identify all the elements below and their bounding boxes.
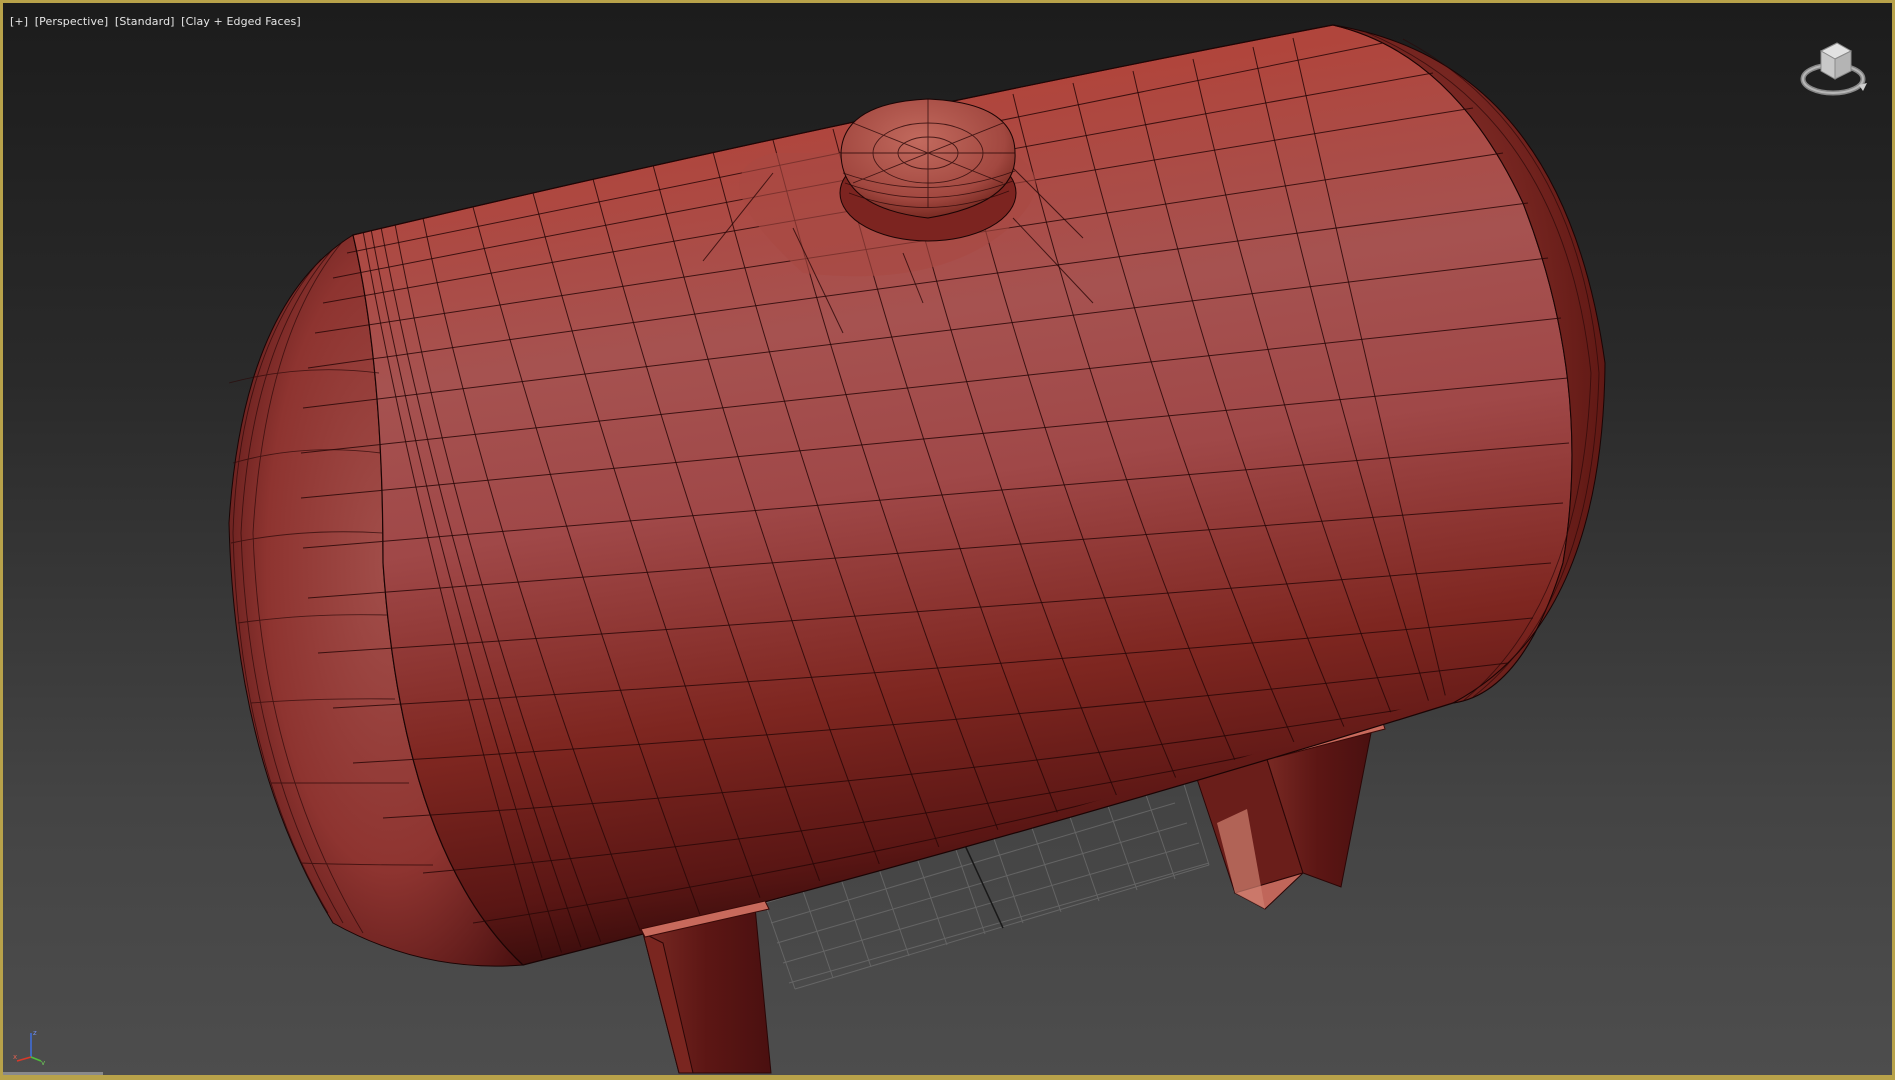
axis-z-label: z bbox=[33, 1029, 37, 1037]
time-slider-edge bbox=[3, 1072, 103, 1075]
axis-y-label: y bbox=[41, 1059, 45, 1065]
viewport-menu-shading[interactable]: [Clay + Edged Faces] bbox=[181, 15, 301, 28]
viewport-label[interactable]: [+] [Perspective] [Standard] [Clay + Edg… bbox=[10, 15, 304, 28]
viewcube-icon[interactable] bbox=[1793, 33, 1873, 113]
support-leg-left[interactable] bbox=[640, 900, 772, 1074]
axis-tripod-icon: z x y bbox=[13, 1029, 45, 1065]
viewport-menu-standard[interactable]: [Standard] bbox=[115, 15, 175, 28]
perspective-viewport[interactable]: [+] [Perspective] [Standard] [Clay + Edg… bbox=[0, 0, 1895, 1080]
viewport-menu-plus[interactable]: [+] bbox=[10, 15, 28, 28]
scene-canvas[interactable] bbox=[3, 3, 1895, 1080]
axis-x-label: x bbox=[13, 1053, 17, 1061]
viewport-menu-perspective[interactable]: [Perspective] bbox=[35, 15, 109, 28]
